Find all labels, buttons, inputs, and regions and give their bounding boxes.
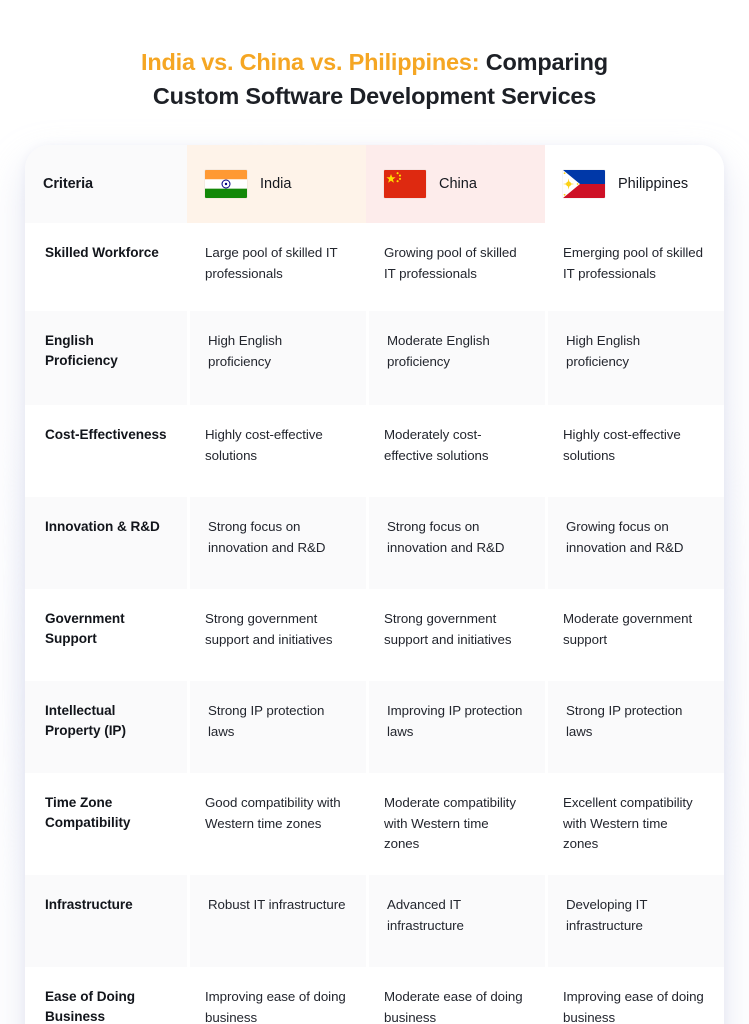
row-criteria-cell: Skilled Workforce xyxy=(45,245,159,260)
row-china-cell: Moderately cost-effective solutions xyxy=(384,427,489,463)
column-header-india-label: India xyxy=(260,176,292,192)
table-row: Cost-Effectiveness Highly cost-effective… xyxy=(25,405,724,497)
row-china-cell: Growing pool of skilled IT professionals xyxy=(384,245,517,281)
page-title: India vs. China vs. Philippines: Compari… xyxy=(0,45,749,113)
row-china-cell: Strong government support and initiative… xyxy=(384,611,512,647)
table-body: Skilled Workforce Large pool of skilled … xyxy=(25,223,724,1024)
row-china-cell: Improving IP protection laws xyxy=(366,681,545,773)
row-philippines-cell: High English proficiency xyxy=(545,311,724,405)
comparison-table-card: Criteria India China Philippines Skilled… xyxy=(25,145,724,1024)
table-row: Innovation & R&D Strong focus on innovat… xyxy=(25,497,724,589)
row-criteria-cell: Cost-Effectiveness xyxy=(45,427,167,442)
column-header-india: India xyxy=(187,145,366,223)
row-philippines-cell: Improving ease of doing business xyxy=(563,989,704,1024)
row-criteria-cell: Infrastructure xyxy=(25,875,187,967)
row-china-cell: Moderate ease of doing business xyxy=(384,989,523,1024)
table-row: Infrastructure Robust IT infrastructure … xyxy=(25,875,724,967)
column-header-criteria-label: Criteria xyxy=(43,176,93,192)
row-india-cell: Strong focus on innovation and R&D xyxy=(187,497,366,589)
table-row: Government Support Strong government sup… xyxy=(25,589,724,681)
row-philippines-cell: Emerging pool of skilled IT professional… xyxy=(563,245,703,281)
column-header-criteria: Criteria xyxy=(25,145,187,223)
table-row: Intellectual Property (IP) Strong IP pro… xyxy=(25,681,724,773)
page-title-rest: Comparing xyxy=(479,49,608,75)
row-criteria-cell: Ease of Doing Business xyxy=(45,989,135,1024)
page-title-line-1: India vs. China vs. Philippines: Compari… xyxy=(70,45,679,79)
row-philippines-cell: Growing focus on innovation and R&D xyxy=(545,497,724,589)
row-china-cell: Advanced IT infrastructure xyxy=(366,875,545,967)
row-india-cell: Improving ease of doing business xyxy=(205,989,346,1024)
row-china-cell: Strong focus on innovation and R&D xyxy=(366,497,545,589)
philippines-flag-icon xyxy=(563,170,605,198)
row-india-cell: Highly cost-effective solutions xyxy=(205,427,323,463)
row-india-cell: Robust IT infrastructure xyxy=(187,875,366,967)
row-china-cell: Moderate English proficiency xyxy=(366,311,545,405)
table-header-row: Criteria India China Philippines xyxy=(25,145,724,223)
comparison-table: Criteria India China Philippines Skilled… xyxy=(25,145,724,1024)
table-header: Criteria India China Philippines xyxy=(25,145,724,223)
column-header-philippines: Philippines xyxy=(545,145,724,223)
row-india-cell: Good compatibility with Western time zon… xyxy=(205,795,341,831)
page-title-accent: India vs. China vs. Philippines: xyxy=(141,49,480,75)
row-criteria-cell: English Proficiency xyxy=(25,311,187,405)
row-india-cell: High English proficiency xyxy=(187,311,366,405)
india-flag-icon xyxy=(205,170,247,198)
row-philippines-cell: Strong IP protection laws xyxy=(545,681,724,773)
row-criteria-cell: Time Zone Compatibility xyxy=(45,795,131,830)
column-header-china: China xyxy=(366,145,545,223)
row-philippines-cell: Developing IT infrastructure xyxy=(545,875,724,967)
row-india-cell: Large pool of skilled IT professionals xyxy=(205,245,338,281)
row-india-cell: Strong IP protection laws xyxy=(187,681,366,773)
table-row: Skilled Workforce Large pool of skilled … xyxy=(25,223,724,311)
row-criteria-cell: Intellectual Property (IP) xyxy=(25,681,187,773)
page-title-line-2: Custom Software Development Services xyxy=(152,83,597,109)
column-header-china-label: China xyxy=(439,176,477,192)
row-philippines-cell: Highly cost-effective solutions xyxy=(563,427,681,463)
column-header-philippines-label: Philippines xyxy=(618,176,689,192)
china-flag-icon xyxy=(384,170,426,198)
row-india-cell: Strong government support and initiative… xyxy=(205,611,333,647)
table-row: English Proficiency High English profici… xyxy=(25,311,724,405)
row-philippines-cell: Excellent compatibility with Western tim… xyxy=(563,795,693,851)
page-root: India vs. China vs. Philippines: Compari… xyxy=(0,0,749,1024)
row-criteria-cell: Innovation & R&D xyxy=(25,497,187,589)
row-criteria-cell: Government Support xyxy=(45,611,125,646)
table-row: Ease of Doing Business Improving ease of… xyxy=(25,967,724,1024)
row-china-cell: Moderate compatibility with Western time… xyxy=(384,795,516,851)
row-philippines-cell: Moderate government support xyxy=(563,611,693,647)
table-row: Time Zone Compatibility Good compatibili… xyxy=(25,773,724,875)
